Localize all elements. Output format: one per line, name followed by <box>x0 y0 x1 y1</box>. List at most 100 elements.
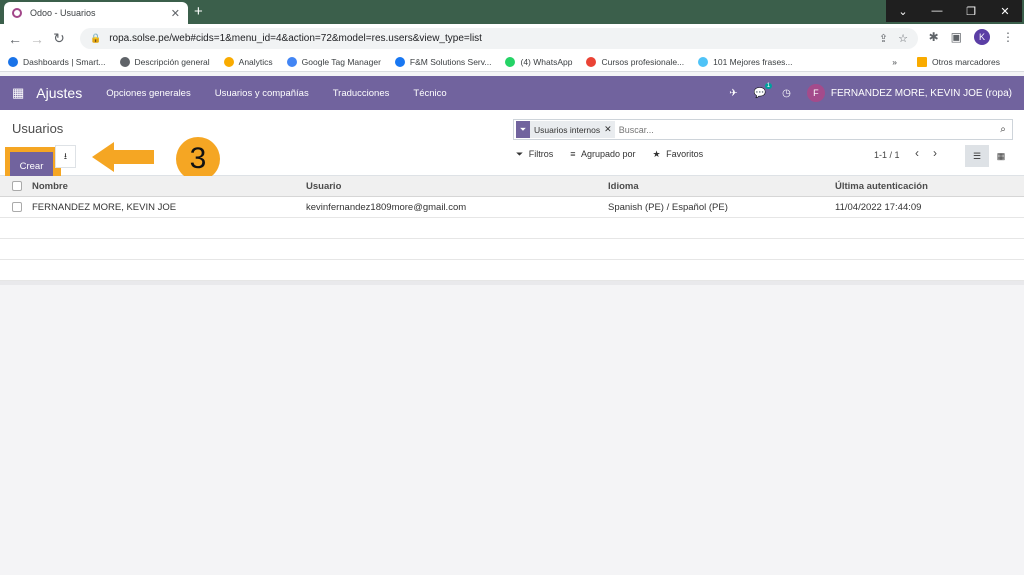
step-number-badge: 3 <box>176 137 220 181</box>
column-header-ultima-autenticacion[interactable]: Última autenticación <box>832 181 1024 192</box>
search-options: ⏷ Filtros ≡ Agrupado por ★ Favoritos <box>513 147 709 162</box>
view-switcher: ☰ ▦ <box>965 145 1013 167</box>
forward-icon[interactable]: → <box>26 31 48 47</box>
cell-nombre: FERNANDEZ MORE, KEVIN JOE <box>32 201 177 213</box>
reload-icon[interactable]: ↻ <box>48 30 70 47</box>
table-header: Nombre Usuario Idioma Última autenticaci… <box>0 176 1024 197</box>
bookmark-item[interactable]: Google Tag Manager <box>286 57 381 67</box>
bookmarks-right: » Otros marcadores <box>892 57 1014 67</box>
tab-title: Odoo - Usuarios <box>30 8 96 18</box>
bookmark-favicon-icon <box>586 57 597 67</box>
apps-menu-icon[interactable]: ▦ <box>12 85 24 101</box>
bookmark-item[interactable]: Dashboards | Smart... <box>8 57 106 67</box>
bookmark-item[interactable]: F&M Solutions Serv... <box>394 57 492 67</box>
other-bookmarks-label: Otros marcadores <box>931 57 1000 67</box>
cell-ultima-autenticacion: 11/04/2022 17:44:09 <box>835 201 922 213</box>
menu-usuarios-companias[interactable]: Usuarios y compañías <box>215 88 309 99</box>
bookmark-item[interactable]: Analytics <box>223 57 273 67</box>
bookmark-item[interactable]: 101 Mejores frases... <box>698 57 793 67</box>
bookmark-label: Google Tag Manager <box>301 57 381 67</box>
bookmarks-bar: Dashboards | Smart... Descripción general… <box>0 53 1024 72</box>
filters-button[interactable]: ⏷ Filtros <box>513 147 559 162</box>
pointer-arrow-icon <box>92 142 154 172</box>
column-header-idioma[interactable]: Idioma <box>605 181 832 192</box>
pager-value[interactable]: 1-1 / 1 <box>874 150 900 160</box>
bookmark-label: (4) WhatsApp <box>520 57 573 67</box>
user-avatar[interactable]: F <box>806 84 825 102</box>
browser-tab[interactable]: Odoo - Usuarios ✕ <box>4 2 188 24</box>
select-all-checkbox[interactable] <box>12 181 22 191</box>
row-checkbox[interactable] <box>12 202 22 212</box>
filter-funnel-icon: ⏷ <box>516 121 530 138</box>
other-bookmarks[interactable]: Otros marcadores <box>916 57 1000 67</box>
bookmark-item[interactable]: Descripción general <box>119 57 210 67</box>
url-bar[interactable]: 🔒 ropa.solse.pe/web#cids=1&menu_id=4&act… <box>80 28 918 49</box>
activity-clock-icon[interactable]: ◷ <box>782 88 791 99</box>
url-text: ropa.solse.pe/web#cids=1&menu_id=4&actio… <box>109 33 482 44</box>
app-title[interactable]: Ajustes <box>36 85 82 101</box>
table-row[interactable]: FERNANDEZ MORE, KEVIN JOE kevinfernandez… <box>0 197 1024 218</box>
share-icon[interactable]: ⇪ <box>879 32 888 45</box>
users-list-table: Nombre Usuario Idioma Última autenticaci… <box>0 176 1024 281</box>
bookmark-item[interactable]: Cursos profesionale... <box>586 57 684 67</box>
pager-arrows: ‹ › <box>915 146 937 160</box>
cell-idioma: Spanish (PE) / Español (PE) <box>608 201 728 213</box>
empty-row <box>0 239 1024 260</box>
menu-traducciones[interactable]: Traducciones <box>333 88 390 99</box>
cell-usuario: kevinfernandez1809more@gmail.com <box>306 201 467 213</box>
browser-menu-icon[interactable]: ⋮ <box>1002 30 1014 44</box>
list-view-icon[interactable]: ☰ <box>965 145 989 167</box>
menu-opciones-generales[interactable]: Opciones generales <box>106 88 191 99</box>
close-tab-icon[interactable]: ✕ <box>171 7 180 20</box>
restore-icon[interactable]: ❐ <box>954 0 988 22</box>
facet-label: Usuarios internos <box>534 124 601 135</box>
address-bar-row: ← → ↻ 🔒 ropa.solse.pe/web#cids=1&menu_id… <box>0 24 1024 53</box>
messages-icon[interactable]: 💬 1 <box>754 82 773 99</box>
favorites-button[interactable]: ★ Favoritos <box>650 147 710 162</box>
bookmark-favicon-icon <box>286 57 297 67</box>
groupby-button[interactable]: ≡ Agrupado por <box>567 147 641 162</box>
kanban-view-icon[interactable]: ▦ <box>989 145 1013 167</box>
next-page-icon[interactable]: › <box>933 146 937 160</box>
folder-icon <box>916 57 927 67</box>
new-tab-button[interactable]: + <box>194 3 203 20</box>
column-header-nombre[interactable]: Nombre <box>32 181 303 192</box>
previous-page-icon[interactable]: ‹ <box>915 146 919 160</box>
close-window-icon[interactable]: ✕ <box>988 0 1022 22</box>
browser-tab-strip: Odoo - Usuarios ✕ + ⌄ — ❐ ✕ <box>0 0 1024 24</box>
back-icon[interactable]: ← <box>4 31 26 47</box>
odoo-navbar: ▦ Ajustes Opciones generales Usuarios y … <box>0 76 1024 110</box>
bookmark-favicon-icon <box>394 57 405 67</box>
messages-count: 1 <box>764 82 773 89</box>
side-panel-icon[interactable]: ▣ <box>951 30 962 44</box>
search-icon[interactable]: ⌕ <box>994 124 1012 135</box>
download-icon[interactable]: ⭳ <box>55 145 76 168</box>
tab-search-icon[interactable]: ⌄ <box>886 0 920 22</box>
remove-facet-icon[interactable]: ✕ <box>604 124 615 135</box>
breadcrumb: Usuarios <box>12 121 64 136</box>
minimize-icon[interactable]: — <box>920 0 954 22</box>
empty-row <box>0 218 1024 239</box>
bookmark-label: Analytics <box>238 57 273 67</box>
extensions-icon[interactable]: ✱ <box>929 30 939 44</box>
lock-icon[interactable]: 🔒 <box>90 33 101 44</box>
window-controls: ⌄ — ❐ ✕ <box>886 0 1022 24</box>
bookmark-label: Dashboards | Smart... <box>23 57 106 67</box>
empty-row <box>0 260 1024 281</box>
bookmark-star-icon[interactable]: ☆ <box>898 32 908 45</box>
user-name[interactable]: FERNANDEZ MORE, KEVIN JOE (ropa) <box>831 88 1012 99</box>
search-bar: ⏷ Usuarios internos ✕ ⌕ <box>513 119 1013 140</box>
groupby-label: Agrupado por <box>580 149 636 159</box>
search-input[interactable] <box>618 124 994 135</box>
bookmark-favicon-icon <box>698 57 709 67</box>
profile-avatar[interactable]: K <box>974 29 990 45</box>
bookmark-label: F&M Solutions Serv... <box>409 57 492 67</box>
bookmark-favicon-icon <box>119 57 130 67</box>
column-header-usuario[interactable]: Usuario <box>303 181 605 192</box>
menu-tecnico[interactable]: Técnico <box>413 88 446 99</box>
bookmark-favicon-icon <box>505 57 516 67</box>
bookmark-item[interactable]: (4) WhatsApp <box>505 57 572 67</box>
bug-icon[interactable]: ✈ <box>729 88 737 99</box>
more-bookmarks-icon[interactable]: » <box>892 57 897 67</box>
favorites-label: Favoritos <box>666 149 704 159</box>
